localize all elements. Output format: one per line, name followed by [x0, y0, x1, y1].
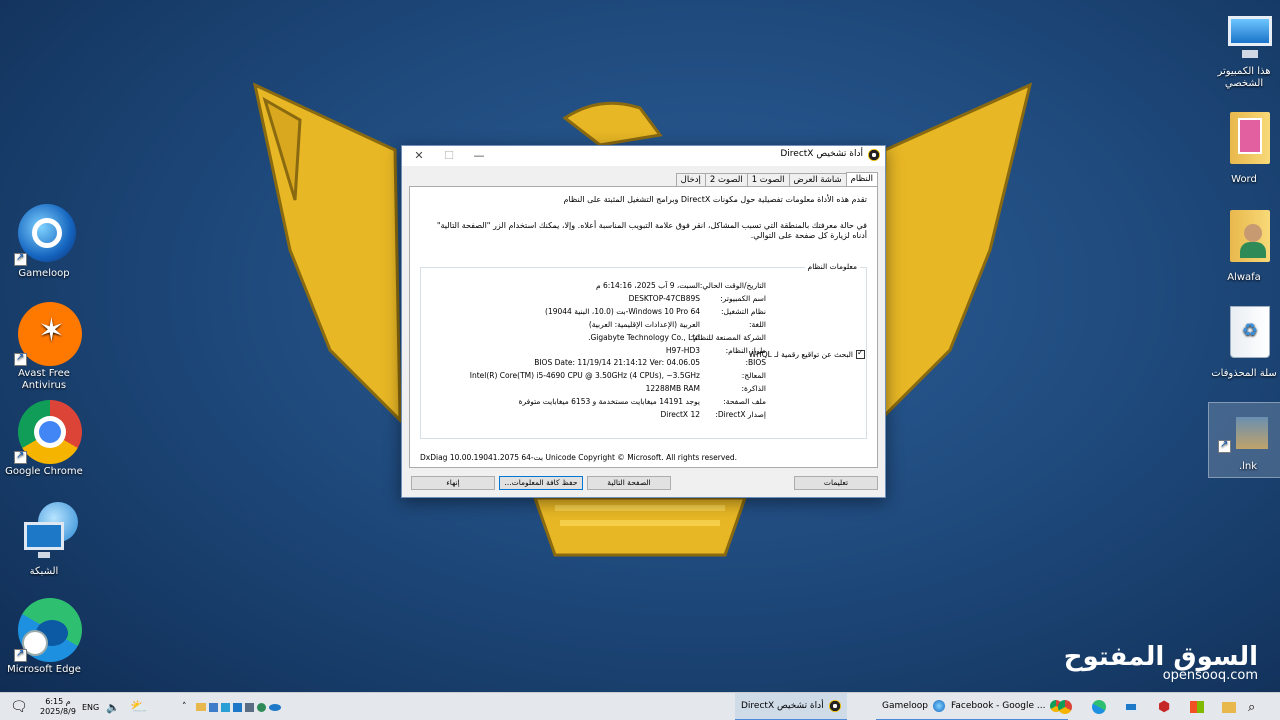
whql-checkbox[interactable]: البحث عن تواقيع رقمية لـ WHQL [749, 348, 865, 359]
weather-icon[interactable]: ⛅ [130, 693, 147, 720]
dxdiag-window[interactable]: أداة تشخيص DirectX — ☐ ✕ النظام شاشة الع… [401, 145, 886, 498]
instructions-text: في حالة معرفتك بالمنطقة التي تسبب المشاك… [436, 221, 867, 240]
avast-icon: ✶ [12, 302, 82, 366]
edge-pinned-icon[interactable] [1092, 693, 1106, 720]
group-title: معلومات النظام [804, 262, 860, 271]
tray-folder-icon[interactable] [196, 703, 206, 711]
intro-text: تقدم هذه الأداة معلومات تفصيلية حول مكون… [563, 195, 868, 204]
directx-icon [828, 700, 841, 712]
tab-strip: النظام شاشة العرض الصوت 1 الصوت 2 إدخال [675, 172, 878, 186]
info-row: طراز النظام: H97-HD3 [665, 345, 766, 355]
desktop-icon-word[interactable]: Word [1204, 108, 1280, 186]
desktop-icon-this-pc[interactable]: هذا الكمبيوتر الشخصي [1204, 12, 1280, 90]
desktop-icon-gameloop[interactable]: Gameloop [4, 202, 84, 280]
system-info-list: التاريخ/الوقت الحالي: السبت، 9 آب 2025، 6… [470, 280, 766, 422]
file-explorer-icon[interactable] [1222, 693, 1236, 720]
clock-date: 2025/8/9 [40, 707, 76, 716]
desktop-icon-avast[interactable]: ✶ Avast Free Antivirus [4, 302, 84, 392]
checkbox-checked-icon[interactable] [856, 348, 865, 359]
info-row: الذاكرة: 12288MB RAM [645, 384, 766, 394]
tab-sound-1[interactable]: الصوت 1 [746, 173, 790, 186]
maximize-button[interactable]: ☐ [434, 146, 464, 166]
shortcut-arrow-icon [14, 352, 27, 366]
tab-sound-2[interactable]: الصوت 2 [704, 173, 748, 186]
tray-app-icon[interactable] [245, 702, 254, 712]
window-title: أداة تشخيص DirectX [780, 149, 863, 159]
next-page-button[interactable]: الصفحة التالية [587, 476, 671, 490]
chrome-icon [12, 400, 82, 464]
gameloop-icon [12, 202, 76, 266]
info-row: التاريخ/الوقت الحالي: السبت، 9 آب 2025، 6… [595, 281, 766, 290]
window-titlebar[interactable]: أداة تشخيص DirectX — ☐ ✕ [402, 146, 885, 166]
computer-icon [1212, 12, 1276, 64]
shortcut-arrow-icon [1218, 439, 1231, 453]
volume-icon[interactable]: 🔈 [106, 693, 120, 720]
desktop-icon-recycle-bin[interactable]: ♻ سلة المحذوفات [1204, 302, 1280, 380]
shortcut-arrow-icon [14, 450, 27, 464]
info-row: إصدار DirectX: DirectX 12 [660, 410, 766, 420]
desktop-icon-chrome[interactable]: Google Chrome [4, 400, 84, 478]
tray-app-icon[interactable] [221, 702, 230, 712]
tray-chevron-icon[interactable]: ˄ [182, 693, 187, 720]
clock[interactable]: 6:15 م 2025/8/9 [40, 693, 76, 720]
info-row: اسم الكمبيوتر: DESKTOP-47CB89S [628, 293, 766, 303]
store-icon[interactable] [1190, 693, 1204, 720]
save-all-info-button[interactable]: حفظ كافة المعلومات... [499, 476, 583, 490]
desktop-icon-lnk[interactable]: .lnk [1208, 402, 1280, 478]
chrome-pinned-icon[interactable] [1058, 693, 1072, 720]
opensooq-watermark: السوق المفتوح opensooq.com [1063, 642, 1259, 683]
search-icon[interactable]: ⌕ [1248, 693, 1255, 720]
tray-user-icon[interactable] [257, 702, 266, 712]
gameloop-icon [933, 700, 946, 712]
tab-system[interactable]: النظام [845, 172, 878, 186]
info-row: الشركة المصنعة للنظام: Gigabyte Technolog… [588, 332, 766, 342]
recycle-bin-icon: ♻ [1212, 302, 1276, 366]
minimize-button[interactable]: — [464, 146, 494, 166]
desktop-icon-alwafa[interactable]: Alwafa [1204, 206, 1280, 284]
pdf-reader-icon[interactable]: ⬢ [1158, 693, 1170, 720]
game-shortcut-icon [1216, 403, 1280, 459]
folder-icon [1212, 108, 1276, 172]
taskbar-app-gameloop[interactable]: Gameloop [876, 693, 952, 720]
shortcut-arrow-icon [14, 252, 27, 266]
info-row: اللغة: العربية (الإعدادات الإقليمية: العر… [588, 319, 766, 329]
info-row: المعالج: Intel(R) Core(TM) i5-4690 CPU @ … [469, 371, 766, 381]
tray-icons [196, 693, 281, 720]
system-tab-panel: تقدم هذه الأداة معلومات تفصيلية حول مكون… [409, 186, 878, 468]
copyright-text: DxDiag 10.00.19041.2075 64-بت Unicode Co… [420, 453, 738, 462]
desktop-icon-network[interactable]: الشبكة [4, 500, 84, 578]
desktop-icon-edge[interactable]: Microsoft Edge [4, 598, 84, 676]
onedrive-icon[interactable] [269, 703, 281, 711]
directx-icon [868, 149, 880, 161]
network-icon [12, 500, 78, 564]
clock-time: 6:15 م [45, 697, 71, 706]
info-row: BIOS: BIOS Date: 11/19/14 21:14:12 Ver: 0… [534, 358, 766, 368]
tab-display[interactable]: شاشة العرض [788, 173, 847, 186]
tab-input[interactable]: إدخال [675, 173, 706, 186]
network-pinned-icon[interactable] [1124, 693, 1138, 720]
tray-app-icon[interactable] [209, 702, 218, 712]
close-button[interactable]: ✕ [404, 146, 434, 166]
help-button[interactable]: تعليمات [794, 476, 878, 490]
taskbar: 🗨 6:15 م 2025/8/9 ENG 🔈 ⛅ ˄ أداة تشخيص D… [0, 692, 1280, 720]
exit-button[interactable]: إنهاء [411, 476, 495, 490]
notifications-icon[interactable]: 🗨 [10, 693, 28, 720]
info-row: ملف الصفحة: يوجد 14191 ميغابايت مستخدمة و… [518, 397, 766, 407]
shortcut-arrow-icon [14, 648, 27, 662]
user-folder-icon [1212, 206, 1276, 270]
info-row: نظام التشغيل: Windows 10 Pro 64-بت (10.0،… [545, 306, 766, 316]
taskbar-app-dxdiag[interactable]: أداة تشخيص DirectX [735, 693, 847, 720]
taskbar-app-chrome-facebook[interactable]: Facebook - Google ... [945, 693, 1069, 720]
edge-icon [12, 598, 82, 662]
language-indicator[interactable]: ENG [82, 693, 99, 720]
tray-app-icon[interactable] [233, 702, 242, 712]
